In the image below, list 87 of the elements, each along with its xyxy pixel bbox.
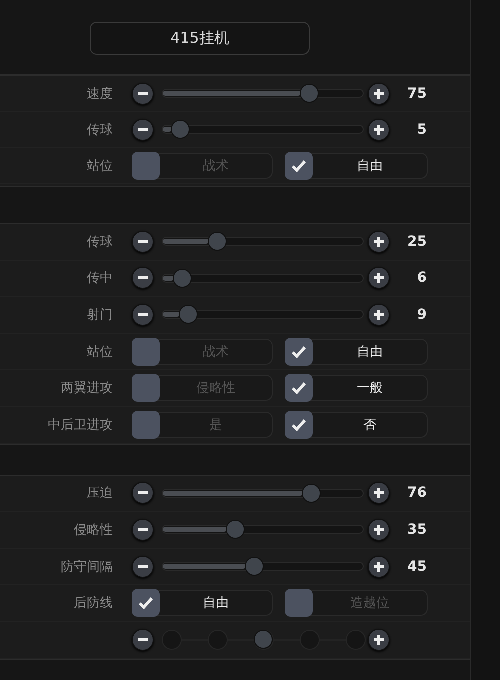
value-label: 76	[406, 485, 427, 502]
decrease-button[interactable]	[132, 230, 154, 253]
slider-fill	[163, 127, 172, 132]
plus-icon	[373, 560, 385, 573]
slider-track[interactable]	[162, 557, 364, 576]
checkbox[interactable]	[132, 152, 160, 180]
checkbox[interactable]	[132, 589, 160, 618]
decrease-button[interactable]	[132, 118, 154, 140]
decrease-button[interactable]	[132, 518, 154, 541]
increase-button[interactable]	[368, 518, 390, 541]
setting-label: 传中	[86, 270, 113, 288]
increase-button[interactable]	[368, 230, 390, 253]
setting-label: 压迫	[86, 485, 113, 502]
value-label: 25	[406, 234, 427, 250]
value-label: 5	[416, 122, 427, 138]
option-button[interactable]: 一般	[285, 375, 428, 402]
slider-thumb[interactable]	[171, 120, 190, 139]
decrease-button[interactable]	[132, 82, 154, 104]
slider-track[interactable]	[162, 520, 364, 540]
slider-fill	[163, 239, 209, 244]
checkbox[interactable]	[132, 410, 160, 439]
plus-icon	[373, 88, 385, 100]
setting-label: 传球	[86, 234, 113, 251]
slider-thumb[interactable]	[244, 557, 264, 576]
value-label: 35	[406, 522, 427, 538]
slider-thumb[interactable]	[208, 232, 227, 252]
setting-label: 传球	[86, 122, 113, 138]
value-label: 75	[406, 86, 427, 102]
decrease-button[interactable]	[132, 267, 154, 290]
decrease-button[interactable]	[132, 628, 154, 651]
value-label: 6	[416, 270, 427, 286]
plus-icon	[373, 634, 385, 646]
plus-icon	[373, 308, 385, 321]
setting-label: 中后卫进攻	[47, 416, 113, 434]
option-button[interactable]: 否	[285, 412, 428, 438]
checkbox[interactable]	[132, 338, 160, 366]
slider-thumb[interactable]	[302, 484, 321, 503]
slider-thumb[interactable]	[178, 305, 198, 324]
decrease-button[interactable]	[132, 482, 154, 504]
setting-label: 防守间隔	[60, 558, 113, 576]
checkbox[interactable]	[285, 589, 313, 618]
setting-label: 两翼进攻	[60, 380, 113, 398]
decrease-button[interactable]	[132, 304, 154, 326]
slider-fill	[163, 312, 180, 318]
setting-label: 速度	[86, 86, 113, 102]
checkbox[interactable]	[132, 374, 160, 402]
slider-track[interactable]	[162, 305, 364, 324]
setting-label: 射门	[86, 306, 113, 324]
slider-thumb[interactable]	[173, 268, 192, 288]
checkbox[interactable]	[285, 152, 313, 180]
increase-button[interactable]	[368, 82, 390, 104]
plus-icon	[373, 487, 385, 500]
value-label: 45	[406, 558, 427, 575]
slider-thumb[interactable]	[300, 84, 319, 103]
checkbox[interactable]	[285, 338, 313, 366]
increase-button[interactable]	[368, 556, 390, 578]
option-button[interactable]: 自由	[285, 338, 428, 365]
setting-label: 站位	[86, 344, 113, 361]
decrease-button[interactable]	[132, 556, 154, 578]
plus-icon	[373, 124, 385, 136]
plus-icon	[373, 524, 385, 536]
setting-label: 站位	[86, 158, 113, 174]
plus-icon	[373, 272, 385, 284]
option-button[interactable]: 自由	[132, 590, 273, 616]
increase-button[interactable]	[368, 304, 390, 326]
slider-fill	[163, 527, 228, 532]
slider-thumb[interactable]	[226, 520, 246, 540]
increase-button[interactable]	[368, 628, 390, 651]
slider-track[interactable]	[162, 84, 364, 103]
slider-fill	[163, 276, 174, 281]
slider-track[interactable]	[162, 484, 364, 503]
slider-track[interactable]	[162, 268, 364, 288]
slider-thumb[interactable]	[254, 630, 273, 649]
increase-button[interactable]	[368, 118, 390, 140]
setting-label: 侵略性	[73, 522, 113, 539]
slider-track[interactable]	[162, 120, 364, 139]
plus-icon	[373, 236, 385, 248]
increase-button[interactable]	[368, 482, 390, 504]
slider-track[interactable]	[162, 232, 364, 252]
step-slider[interactable]	[162, 630, 364, 650]
title-field: 415挂机	[90, 22, 310, 55]
increase-button[interactable]	[368, 267, 390, 290]
checkbox[interactable]	[285, 410, 313, 439]
checkbox[interactable]	[285, 374, 313, 402]
option-button[interactable]: 自由	[285, 152, 428, 178]
setting-label: 后防线	[73, 595, 113, 612]
value-label: 9	[416, 306, 427, 323]
